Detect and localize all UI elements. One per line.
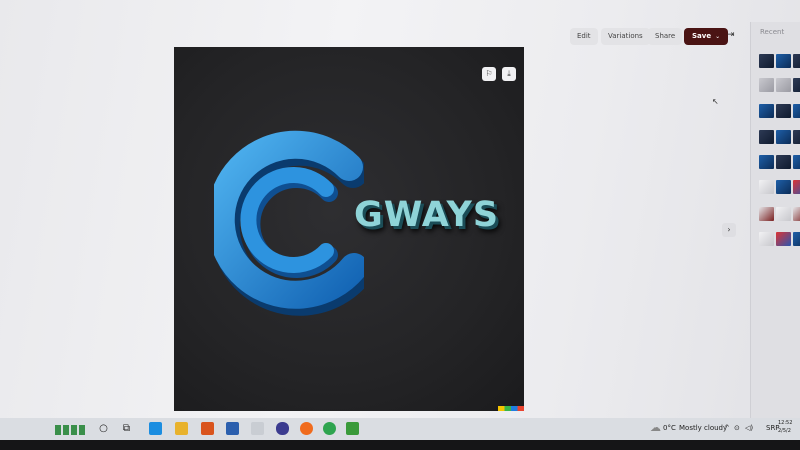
recent-thumbnail[interactable] [759,78,774,92]
variations-button[interactable]: Variations [601,28,650,45]
recent-thumbnail[interactable] [776,207,791,221]
recent-thumbnail[interactable] [776,78,791,92]
recent-thumbnail[interactable] [759,232,774,246]
app-icon[interactable] [226,422,239,435]
recent-thumbnail[interactable] [776,130,791,144]
clock-time: 12:52 [778,420,793,426]
office-icon[interactable] [201,422,214,435]
share-button[interactable]: Share [648,28,683,45]
recent-thumbnail[interactable] [793,155,800,169]
recent-thumbnail[interactable] [759,207,774,221]
recent-thumbnail[interactable] [776,180,791,194]
save-button-label: Save [692,32,712,40]
clock-date: 2/5/2 [778,428,791,434]
recent-thumbnail[interactable] [793,207,800,221]
generated-image[interactable]: ⚐ ⤓ GWAYS [174,47,524,411]
recent-thumbnail[interactable] [759,54,774,68]
recent-thumbnail[interactable] [793,104,800,118]
recent-thumbnail[interactable] [776,54,791,68]
recent-thumbnail[interactable] [793,232,800,246]
recent-title: Recent [760,28,785,36]
edit-button[interactable]: Edit [570,28,598,45]
recent-thumbnail[interactable] [776,104,791,118]
network-icon[interactable]: ⊙ [734,424,740,432]
screen: Edit Variations Share Save ⌄ ⇥ ↖ ⚐ ⤓ GWAY… [0,0,800,418]
wordmark-text: GWAYS [354,195,500,235]
search-icon[interactable]: ○ [97,422,110,435]
edge-icon[interactable] [149,422,162,435]
weather-text[interactable]: Mostly cloudy [679,424,727,432]
recent-thumbnail[interactable] [759,130,774,144]
chrome-icon[interactable] [323,422,336,435]
recent-thumbnail[interactable] [793,180,800,194]
recent-thumbnail[interactable] [776,155,791,169]
recent-thumbnail[interactable] [793,54,800,68]
flag-icon[interactable]: ⚐ [482,67,496,81]
download-icon[interactable]: ⤓ [502,67,516,81]
save-button[interactable]: Save ⌄ [684,28,729,45]
app-icon[interactable] [346,422,359,435]
speaker-icon[interactable]: ◁) [745,424,753,432]
windows-icon[interactable] [55,425,85,435]
recent-thumbnail[interactable] [793,130,800,144]
mouse-cursor-icon: ↖ [712,97,719,106]
collapse-panel-icon[interactable]: ⇥ [727,30,735,40]
clock[interactable]: 12:52 2/5/2 [778,419,792,435]
logo-c-mark [214,130,364,316]
task-view-icon[interactable]: ⧉ [120,422,133,435]
chevron-right-icon[interactable]: › [722,223,736,237]
recent-thumbnail[interactable] [759,180,774,194]
chevron-up-icon[interactable]: ^ [724,424,730,432]
color-strip [498,406,524,411]
firefox-icon[interactable] [300,422,313,435]
cube-icon[interactable] [251,422,264,435]
recent-panel: Recent [750,22,800,418]
recent-thumbnail[interactable] [776,232,791,246]
chevron-down-icon: ⌄ [715,33,721,40]
taskbar: ○ ⧉ ☁ 0°C Mostly cloudy ^ ⊙ ◁) SRP 12:52… [0,418,800,440]
recent-thumbnail[interactable] [759,104,774,118]
weather-temp[interactable]: 0°C [663,424,676,432]
app-icon[interactable] [276,422,289,435]
file-explorer-icon[interactable] [175,422,188,435]
recent-thumbnail[interactable] [759,155,774,169]
cloud-icon: ☁ [650,421,661,434]
recent-thumbnail[interactable] [793,78,800,92]
monitor-bezel [0,440,800,450]
